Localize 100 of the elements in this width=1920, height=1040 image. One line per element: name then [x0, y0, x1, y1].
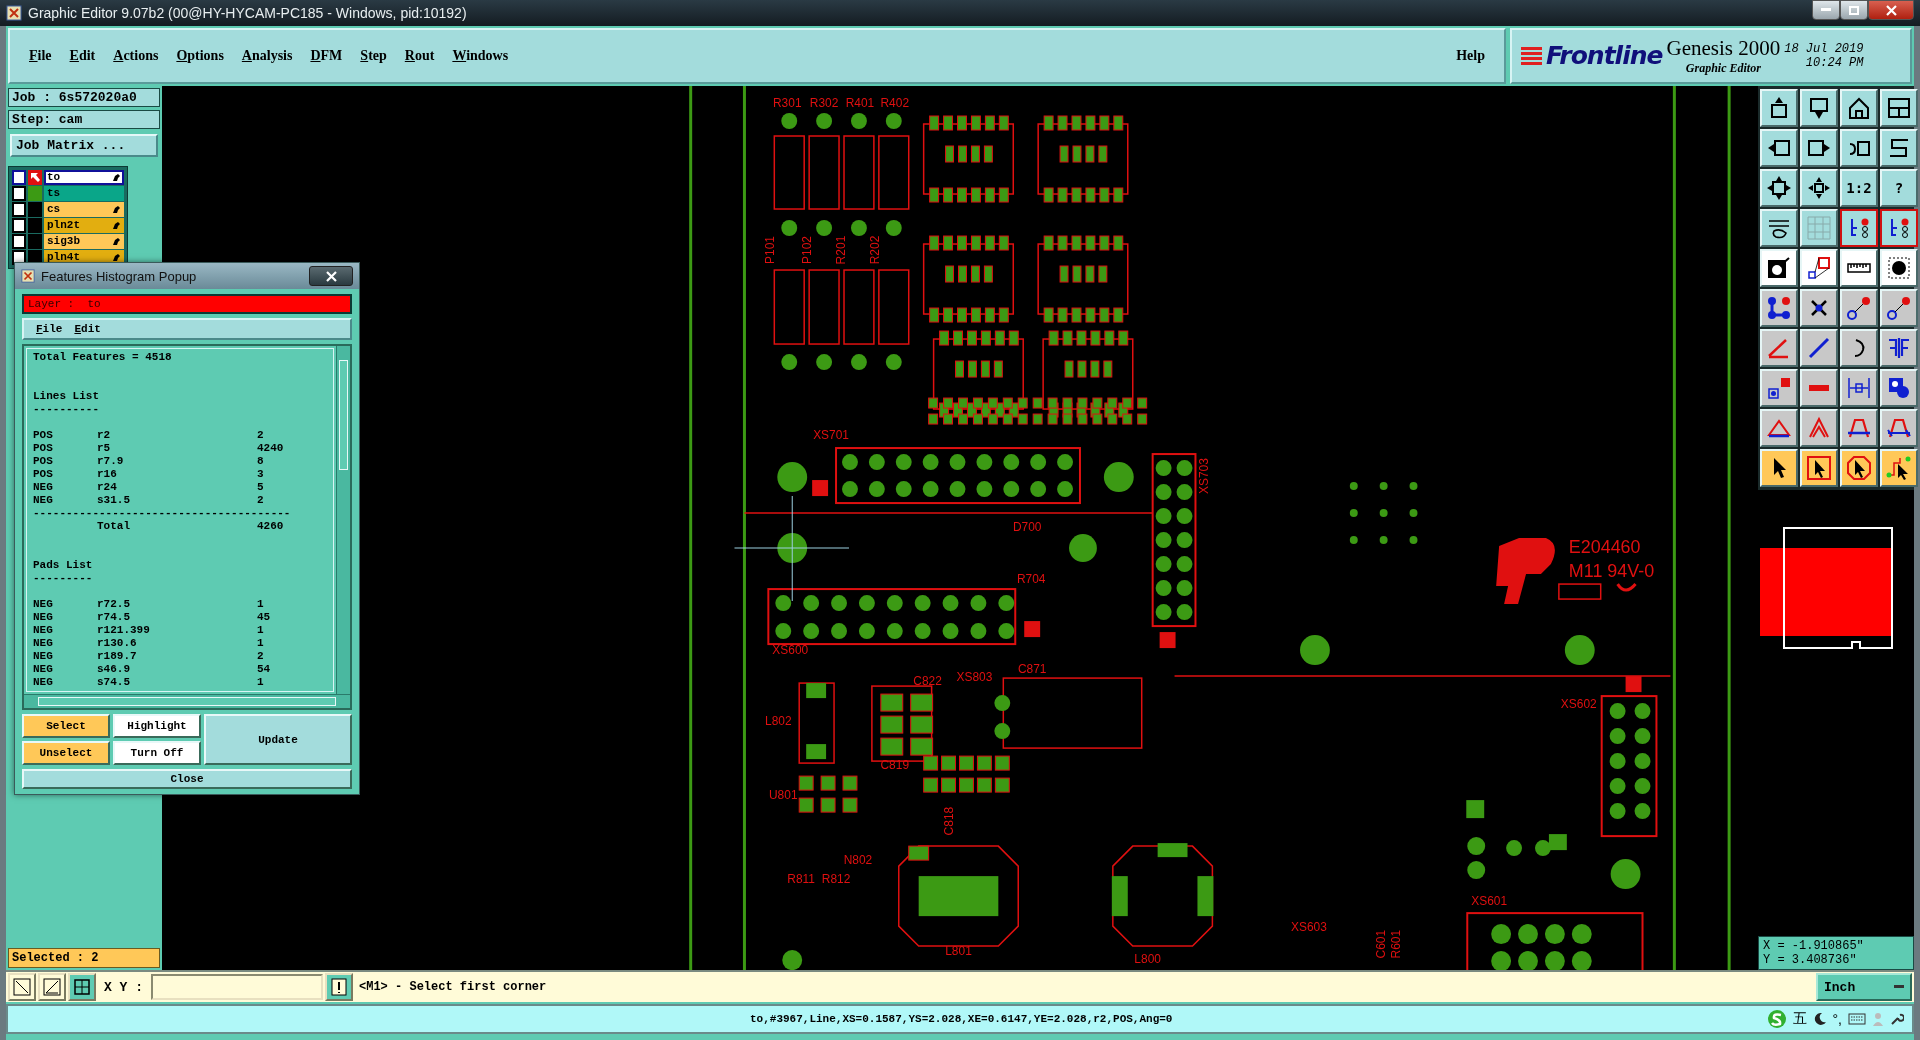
- layer-name[interactable]: ts: [44, 185, 124, 201]
- moon-icon[interactable]: [1812, 1012, 1827, 1026]
- popup-button[interactable]: Unselect: [22, 741, 110, 765]
- box-arrows-out-icon: [1766, 174, 1792, 201]
- menu-item[interactable]: Analysis: [232, 43, 302, 68]
- step-label: Step: cam: [8, 109, 160, 129]
- polarity-cell-text: NEG: [33, 650, 54, 663]
- xy-input-field[interactable]: [151, 974, 323, 1000]
- menu-item[interactable]: DFM: [301, 43, 352, 68]
- layer-checkbox[interactable]: [12, 169, 26, 185]
- menu-item[interactable]: Edit: [60, 43, 105, 68]
- angle-button[interactable]: [38, 973, 66, 1001]
- popup-button[interactable]: Highlight: [113, 714, 201, 738]
- menu-item[interactable]: File: [20, 43, 61, 68]
- board-label: R201: [834, 235, 849, 265]
- hand-icon: [112, 172, 121, 182]
- punctuation-text[interactable]: °,: [1832, 1011, 1842, 1027]
- board-label: M11 94V-0: [1568, 560, 1655, 581]
- count-cell-text: 2: [257, 429, 265, 442]
- alert-button[interactable]: [325, 973, 353, 1001]
- menu-item[interactable]: Actions: [104, 43, 168, 68]
- maximize-icon: [1849, 5, 1859, 15]
- x-coordinate: X = -1.910865": [1763, 939, 1865, 953]
- symbol-cell-text: s46.9: [97, 663, 131, 676]
- scale-button[interactable]: 1:2: [1840, 168, 1878, 207]
- popup-close-text-button[interactable]: Close: [22, 769, 352, 789]
- vertical-scrollbar[interactable]: [336, 346, 350, 694]
- pad-grid-drawing: [1349, 481, 1418, 544]
- count-cell-text: 2: [257, 494, 265, 507]
- help-button[interactable]: ?: [1880, 168, 1918, 207]
- pointer-octagon-icon: [1846, 454, 1872, 481]
- smd-pad: [1466, 800, 1485, 818]
- tool-button[interactable]: [1840, 208, 1878, 247]
- polarity-cell-text: NEG: [33, 676, 54, 689]
- symbol-cell-text: s74.5: [97, 676, 131, 689]
- selected-count: Selected : 2: [8, 948, 160, 968]
- layer-color-swatch[interactable]: [28, 233, 42, 249]
- board-label: L801: [945, 944, 972, 959]
- smd-pad: [1548, 834, 1567, 850]
- layer-checkbox[interactable]: [12, 217, 26, 233]
- menu-item[interactable]: Options: [167, 43, 233, 68]
- input-mode-text[interactable]: 五: [1792, 1010, 1807, 1028]
- board-label: P101: [763, 235, 778, 264]
- layer-checkbox[interactable]: [12, 233, 26, 249]
- board-label: XS601: [1471, 894, 1508, 909]
- layer-name[interactable]: cs: [44, 201, 124, 217]
- minimize-button[interactable]: [1812, 0, 1840, 20]
- help-menu-item[interactable]: Help: [1447, 43, 1494, 68]
- symbol-cell-text: r74.5: [97, 611, 131, 624]
- popup-close-button[interactable]: [309, 266, 353, 286]
- units-dropdown[interactable]: Inch: [1816, 973, 1912, 1001]
- popup-button[interactable]: Select: [22, 714, 110, 738]
- count-cell-text: 45: [257, 611, 272, 624]
- board-label: R402: [880, 96, 910, 111]
- layer-color-swatch[interactable]: [28, 217, 42, 233]
- menu-item[interactable]: Rout: [395, 43, 444, 68]
- symbol-cell-text: s31.5: [97, 494, 131, 507]
- layer-color-swatch[interactable]: [28, 185, 42, 201]
- close-button[interactable]: [1868, 0, 1914, 20]
- board-label: C818: [941, 806, 956, 836]
- via-pad: [1069, 533, 1097, 562]
- menu-item[interactable]: File: [32, 323, 67, 335]
- dot-arrow-icon: [1846, 294, 1872, 321]
- menu-item[interactable]: Edit: [70, 323, 105, 335]
- layer-checkbox[interactable]: [12, 201, 26, 217]
- via-pad: [1300, 634, 1330, 665]
- layer-name[interactable]: sig3b: [44, 233, 124, 249]
- keyboard-icon[interactable]: [1848, 1013, 1866, 1025]
- board-label: XS603: [1291, 920, 1327, 935]
- board-label: R301: [773, 96, 802, 111]
- tool-button[interactable]: [1880, 208, 1918, 247]
- menu-item[interactable]: Windows: [443, 43, 518, 68]
- count-cell-text: 1: [257, 676, 265, 689]
- popup-button[interactable]: Turn Off: [113, 741, 201, 765]
- layer-name[interactable]: pln2t: [44, 217, 124, 233]
- board-label: C871: [1017, 662, 1047, 677]
- grid-snap-button[interactable]: [68, 973, 96, 1001]
- board-label: E204460: [1568, 536, 1641, 557]
- update-button[interactable]: Update: [204, 714, 352, 765]
- board-label: XS602: [1560, 697, 1597, 712]
- layer-checkbox[interactable]: [12, 185, 26, 201]
- layer-name[interactable]: to: [44, 169, 124, 185]
- time-text: 10:24 PM: [1805, 55, 1864, 70]
- exclamation-icon: [331, 978, 347, 996]
- job-matrix-button[interactable]: Job Matrix ...: [10, 133, 158, 157]
- grid-icon: [1806, 214, 1832, 241]
- board-label: R401: [845, 96, 875, 111]
- section-underline: ----------: [33, 403, 100, 416]
- layer-color-swatch[interactable]: [28, 201, 42, 217]
- product-name: Genesis 2000: [1666, 35, 1781, 61]
- count-cell-text: 2: [257, 650, 265, 663]
- maximize-button[interactable]: [1840, 0, 1868, 20]
- horizontal-scrollbar[interactable]: [24, 694, 350, 708]
- wrench-icon[interactable]: [1890, 1012, 1904, 1026]
- squares-line-icon: [1806, 254, 1832, 281]
- menu-item[interactable]: Step: [351, 43, 396, 68]
- count-cell-text: 4240: [257, 442, 285, 455]
- pointer-nodes-icon: [1886, 454, 1912, 481]
- polarity-cell-text: NEG: [33, 611, 54, 624]
- zoom-box-button[interactable]: [8, 973, 36, 1001]
